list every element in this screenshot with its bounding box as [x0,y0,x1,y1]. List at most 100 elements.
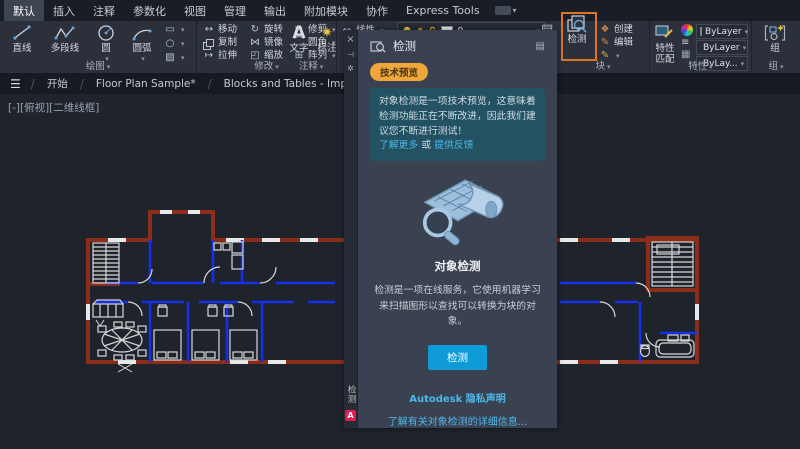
chevron-down-icon: ▾ [709,63,713,71]
rectangle-icon: ▭ [164,24,176,36]
mirror-icon: ⋈ [249,37,261,49]
panel-draw: 直线 多段线 圆 ▾ 圆弧 ▾ [0,21,197,73]
pin-icon[interactable]: ⊣ [344,50,357,60]
polyline-label: 多段线 [51,43,80,54]
line-button[interactable]: 直线 [2,23,42,54]
detection-details-link[interactable]: 了解有关对象检测的详细信息... [370,413,545,428]
file-tab-floor-plan[interactable]: Floor Plan Sample* [84,73,208,94]
detect-label: 检测 [567,34,586,45]
tab-collaborate[interactable]: 协作 [357,0,397,21]
arc-label: 圆弧 [132,43,151,54]
rectangle-button[interactable]: ▭▾ [164,24,185,36]
lineweight-icon[interactable]: ≡ [681,38,693,48]
match-properties-button[interactable]: 特性匹配 [650,23,680,65]
edit-block-icon: ✎ [599,37,611,49]
circle-icon [96,23,116,43]
viewport-controls[interactable]: [-][俯视][二维线框] [8,100,99,115]
detect-icon [566,14,588,34]
tab-express-tools[interactable]: Express Tools [397,0,489,21]
copy-icon [203,39,212,48]
palette-side-label: 检测 [345,385,357,404]
tab-manage[interactable]: 管理 [215,0,255,21]
tab-annotate[interactable]: 注释 [84,0,124,21]
group-label: 组 [770,43,780,54]
chevron-down-icon: ▾ [745,28,749,36]
panel-label-properties[interactable]: 特性▾ [650,60,751,73]
palette-settings-icon[interactable]: ✲ [344,64,357,74]
tab-addins[interactable]: 附加模块 [295,0,357,21]
arc-icon [131,23,153,43]
file-menu-icon[interactable]: ☰ [0,73,31,94]
panel-label-annotate[interactable]: 注释▾ [281,60,341,73]
create-block-icon: ❖ [599,24,611,36]
dimension-button[interactable]: ✷ 标注 [313,23,341,54]
rotate-button[interactable]: ↻旋转 [249,24,283,36]
file-tab-start[interactable]: 开始 [35,73,80,94]
circle-label: 圆 [101,43,111,54]
chevron-down-icon: ▾ [181,38,185,50]
close-icon[interactable]: × [344,35,357,45]
color-wheel-icon[interactable] [681,24,693,36]
notice-or: 或 [421,140,431,151]
palette-titlebar: × ⊣ ✲ 检测 A [344,30,358,428]
tab-output[interactable]: 输出 [255,0,295,21]
panel-label-group[interactable]: 组▾ [752,60,800,73]
tab-insert[interactable]: 插入 [44,0,84,21]
copy-button[interactable]: 复制 [203,37,237,49]
object-detection-description: 检测是一项在线服务，它使用机器学习来扫描图形以查找可以转换为块的对象。 [370,283,545,329]
detect-button[interactable]: 检测 [428,345,487,370]
mirror-button[interactable]: ⋈镜像 [249,37,283,49]
group-button[interactable]: 组 [760,23,790,54]
edit-block-button[interactable]: ✎编辑 [599,37,633,49]
learn-more-link[interactable]: 了解更多 [379,140,418,151]
palette-body: 检测 ▤ 技术预览 对象检测是一项技术预览，这意味着检测功能正在不断改进，因此我… [358,30,557,428]
tab-view[interactable]: 视图 [175,0,215,21]
chevron-down-icon: ▾ [107,63,111,71]
tab-default[interactable]: 默认 [4,0,44,21]
chevron-down-icon: ▾ [743,44,747,52]
tech-preview-badge: 技术预览 [370,63,428,81]
ribbon-display-toggle[interactable]: ▾ [495,0,517,21]
lineweight-dropdown[interactable]: ByLayer▾ [696,40,748,55]
panel-label-block[interactable]: 块▾ [557,60,649,73]
detect-palette: × ⊣ ✲ 检测 A 检测 ▤ 技术预览 对象检测是一项技术预览，这意味着检测功… [344,30,557,428]
ribbon-chip-icon [495,6,511,15]
rotate-icon: ↻ [249,24,261,36]
chevron-down-icon: ▾ [607,63,611,71]
linetype-icon[interactable]: ▦ [681,50,693,60]
palette-title-icon [370,39,386,53]
detect-ribbon-button[interactable]: 检测 [561,14,593,45]
line-label: 直线 [12,43,31,54]
privacy-statement-link[interactable]: Autodesk 隐私声明 [370,390,545,405]
notice-text: 对象检测是一项技术预览，这意味着检测功能正在不断改进，因此我们建议您不断进行测试… [379,96,536,136]
panel-label-draw[interactable]: 绘图▾ [0,60,196,73]
polyline-icon [53,23,77,43]
chevron-down-icon: ▾ [181,24,185,36]
tab-parametric[interactable]: 参数化 [124,0,175,21]
feedback-link[interactable]: 提供反馈 [434,140,473,151]
object-detection-heading: 对象检测 [370,258,545,274]
palette-title: 检测 [393,38,416,54]
panel-group: 组 组▾ [752,21,800,73]
ribbon-tab-bar: 默认 插入 注释 参数化 视图 管理 输出 附加模块 协作 Express To… [0,0,800,21]
move-button[interactable]: ↔移动 [203,24,237,36]
color-dropdown[interactable]: ByLayer▾ [696,24,748,39]
ellipse-button[interactable]: ○▾ [164,38,185,50]
circle-button[interactable]: 圆 ▾ [90,23,122,65]
arc-button[interactable]: 圆弧 ▾ [124,23,160,65]
palette-options-icon[interactable]: ▤ [536,41,545,52]
chevron-down-icon: ▾ [320,63,324,71]
panel-properties: 特性匹配 ≡ ▦ ByLayer▾ ByLayer▾ ByLay...▾ 特性▾ [650,21,752,73]
create-block-button[interactable]: ❖创建 [599,24,633,36]
text-label: 文字 [289,43,308,54]
chevron-down-icon: ▾ [275,63,279,71]
blueprint-illustration [402,169,514,248]
move-icon: ↔ [203,24,215,36]
group-icon [764,23,786,43]
line-icon [11,23,33,43]
text-icon: A [292,23,305,43]
text-button[interactable]: A 文字 [285,23,313,54]
tech-preview-notice: 对象检测是一项技术预览，这意味着检测功能正在不断改进，因此我们建议您不断进行测试… [370,88,545,161]
chevron-down-icon: ▾ [513,6,517,15]
polyline-button[interactable]: 多段线 [42,23,88,54]
